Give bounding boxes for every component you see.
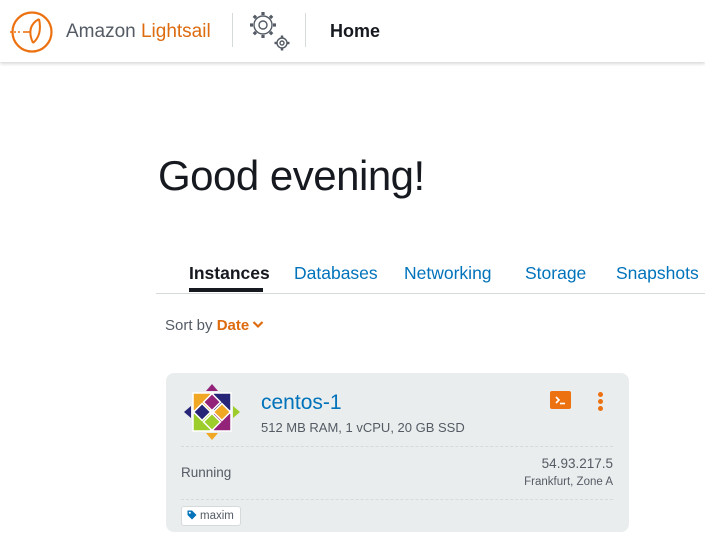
tag-label: maxim [200,510,234,522]
brand-product: Lightsail [140,21,211,42]
centos-logo-icon [184,384,240,440]
instance-actions-menu-icon[interactable] [594,391,608,411]
instance-specs: 512 MB RAM, 1 vCPU, 20 GB SSD [261,420,465,435]
tab-networking[interactable]: Networking [404,263,492,284]
brand-name[interactable]: Amazon Lightsail [66,21,211,43]
tab-databases[interactable]: Databases [294,263,378,284]
resource-tabs: Instances Databases Networking Storage S… [156,260,705,294]
page-title: Home [330,21,381,41]
sort-dropdown[interactable]: Date [217,317,265,334]
instance-name-link[interactable]: centos-1 [261,391,342,415]
instance-status: Running [181,465,232,480]
chevron-down-icon [252,321,264,329]
top-navigation-bar: Amazon Lightsail Home [0,0,705,62]
card-divider [181,446,613,447]
card-divider [181,499,613,500]
settings-gear-icon[interactable] [244,6,296,54]
connect-terminal-button[interactable] [550,391,571,409]
instance-location: Frankfurt, Zone A [524,476,613,488]
tag-icon [187,510,197,520]
header-divider [305,13,306,47]
brand-prefix: Amazon [66,21,136,42]
instance-tag[interactable]: maxim [181,506,241,526]
header-divider [232,13,233,47]
instance-ip-address: 54.93.217.5 [541,456,613,471]
active-tab-indicator [189,288,263,292]
sort-value: Date [216,317,250,334]
instance-card[interactable]: centos-1 512 MB RAM, 1 vCPU, 20 GB SSD R… [166,373,629,532]
greeting-heading: Good evening! [158,152,425,199]
tab-storage[interactable]: Storage [525,263,586,284]
terminal-icon [555,396,565,405]
tab-snapshots[interactable]: Snapshots [616,263,699,284]
sort-control: Sort by Date [165,317,264,334]
sort-label: Sort by [165,317,213,334]
tab-instances[interactable]: Instances [189,263,270,284]
lightsail-logo-icon[interactable] [10,10,54,54]
